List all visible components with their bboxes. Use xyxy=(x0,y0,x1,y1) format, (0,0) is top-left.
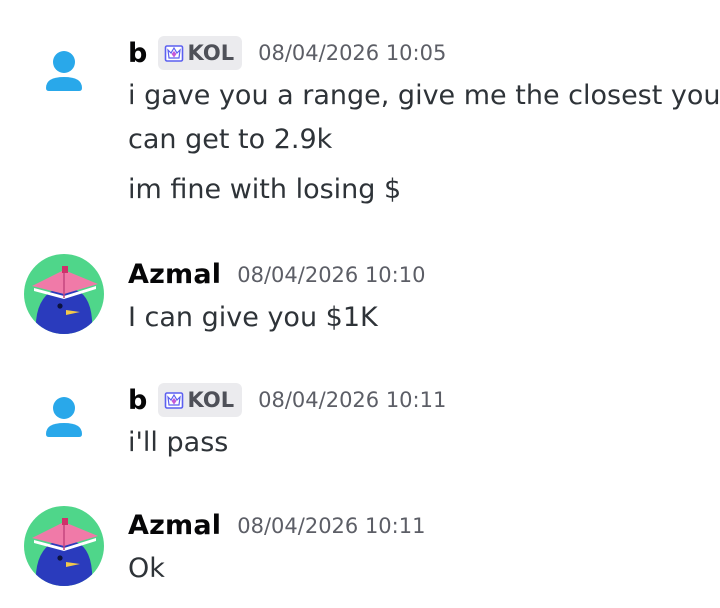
role-badge[interactable]: KOL xyxy=(157,36,243,70)
badge-label: KOL xyxy=(187,41,235,65)
message-text: I can give you $1K xyxy=(128,302,378,333)
timestamp: 08/04/2026 10:11 xyxy=(237,513,426,538)
message-text: can get to 2.9k xyxy=(128,124,333,155)
avatar[interactable] xyxy=(24,30,104,110)
badge-label: KOL xyxy=(187,388,235,412)
message-header: Azmal 08/04/2026 10:11 xyxy=(128,510,425,541)
bird-with-book-hat-avatar xyxy=(24,506,104,586)
message-text: Ok xyxy=(128,553,165,584)
chat-message-list: b KOL 08/04/2026 10:05 i gave you a rang… xyxy=(0,0,720,608)
user-silhouette-icon xyxy=(46,397,82,437)
avatar[interactable] xyxy=(24,254,104,334)
timestamp: 08/04/2026 10:11 xyxy=(258,388,447,412)
message-text: i gave you a range, give me the closest … xyxy=(128,80,720,111)
avatar[interactable] xyxy=(24,506,104,586)
timestamp: 08/04/2026 10:05 xyxy=(258,41,447,65)
message-header: b KOL 08/04/2026 10:11 xyxy=(128,383,446,417)
avatar[interactable] xyxy=(24,376,104,456)
message-text: i'll pass xyxy=(128,427,229,458)
message-header: Azmal 08/04/2026 10:10 xyxy=(128,259,425,290)
user-silhouette-icon xyxy=(46,51,82,91)
timestamp: 08/04/2026 10:10 xyxy=(237,262,426,287)
message-header: b KOL 08/04/2026 10:05 xyxy=(128,36,446,70)
crown-gem-icon xyxy=(164,392,183,409)
role-badge[interactable]: KOL xyxy=(157,383,243,417)
message-text: im fine with losing $ xyxy=(128,174,402,205)
username[interactable]: b xyxy=(128,38,148,69)
username[interactable]: b xyxy=(128,385,148,416)
crown-gem-icon xyxy=(164,45,183,62)
bird-with-book-hat-avatar xyxy=(24,254,104,334)
username[interactable]: Azmal xyxy=(128,259,221,290)
username[interactable]: Azmal xyxy=(128,510,221,541)
